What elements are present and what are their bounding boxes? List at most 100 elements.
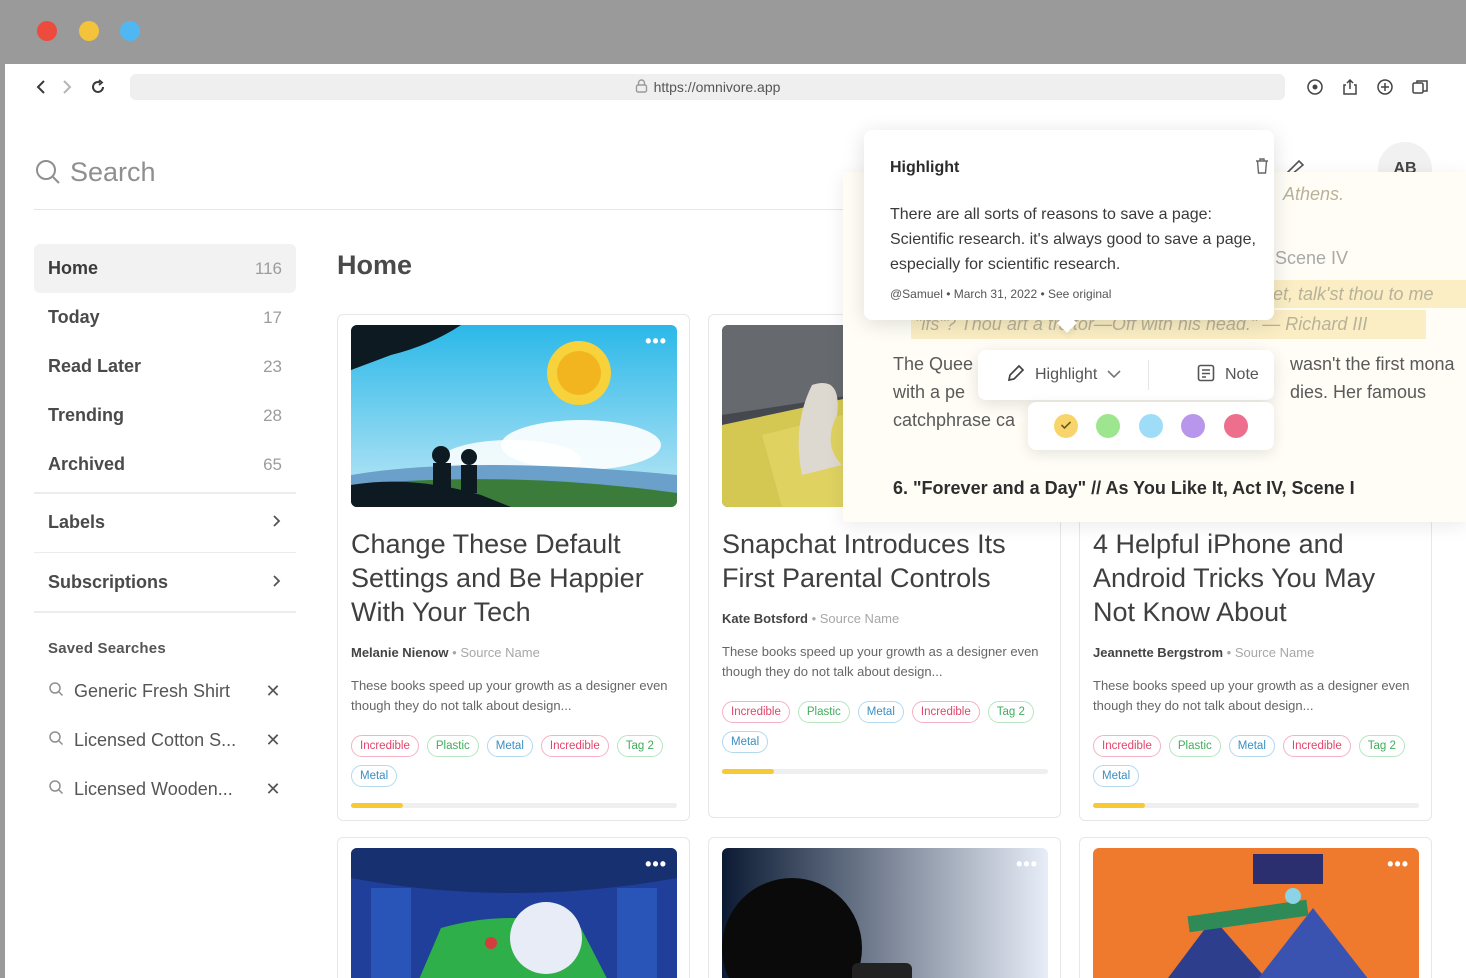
tag-list: Incredible Plastic Metal Incredible Tag …: [722, 701, 1048, 753]
sidebar-item-today[interactable]: Today 17: [34, 293, 296, 342]
tag[interactable]: Tag 2: [1358, 735, 1405, 757]
sidebar-item-label: Trending: [48, 405, 124, 425]
new-tab-icon[interactable]: [1374, 76, 1396, 98]
article-meta: Jeannette Bergstrom • Source Name: [1093, 645, 1315, 660]
tag-list: Incredible Plastic Metal Incredible Tag …: [351, 735, 677, 787]
article-source: Source Name: [1234, 645, 1315, 660]
color-swatch-purple[interactable]: [1181, 414, 1205, 438]
close-window-button[interactable]: [37, 21, 57, 41]
search-icon: [48, 779, 64, 800]
article-source: Source Name: [819, 611, 900, 626]
sidebar-item-count: 28: [263, 405, 282, 425]
tag[interactable]: Metal: [351, 765, 398, 787]
tag[interactable]: Plastic: [426, 735, 479, 757]
download-icon[interactable]: [1304, 76, 1326, 98]
address-bar[interactable]: https://omnivore.app: [130, 74, 1285, 100]
forward-icon[interactable]: [56, 76, 78, 98]
tag[interactable]: Tag 2: [987, 701, 1034, 723]
highlight-dropdown-button[interactable]: Highlight: [1006, 350, 1122, 400]
back-icon[interactable]: [30, 76, 52, 98]
article-title: Change These Default Settings and Be Hap…: [351, 529, 644, 627]
tag[interactable]: Incredible: [722, 701, 790, 723]
note-button[interactable]: Note: [1196, 350, 1259, 400]
tag[interactable]: Incredible: [911, 701, 980, 723]
saved-search-item[interactable]: Licensed Wooden... ✕: [34, 765, 296, 814]
saved-search-label: Licensed Cotton S...: [74, 729, 237, 750]
tag[interactable]: Incredible: [1282, 735, 1351, 757]
reload-icon[interactable]: [87, 76, 109, 98]
popover-meta[interactable]: @Samuel • March 31, 2022 • See original: [890, 287, 1111, 301]
share-icon[interactable]: [1339, 76, 1361, 98]
article-card[interactable]: •••: [337, 837, 690, 978]
trash-icon[interactable]: [1255, 158, 1269, 179]
reading-progress-fill: [351, 803, 404, 808]
reading-progress-bar: [722, 769, 1048, 774]
labels-label: Labels: [48, 512, 106, 532]
tag[interactable]: Metal: [1093, 765, 1140, 787]
chevron-right-icon: [272, 572, 282, 593]
window-titlebar: [0, 0, 1466, 64]
sidebar-item-count: 116: [254, 258, 282, 278]
window-edge: [0, 64, 5, 978]
saved-searches-heading: Saved Searches: [48, 639, 166, 657]
reading-progress-bar: [351, 803, 677, 808]
tag-list: Incredible Plastic Metal Incredible Tag …: [1093, 735, 1419, 787]
sidebar-subscriptions[interactable]: Subscriptions: [34, 556, 296, 608]
article-meta: Kate Botsford • Source Name: [722, 611, 900, 626]
article-card[interactable]: •••: [708, 837, 1061, 978]
tag[interactable]: Incredible: [1093, 735, 1161, 757]
article-description: These books speed up your growth as a de…: [351, 678, 668, 713]
reader-text-athens: Athens.: [1283, 184, 1345, 204]
tag[interactable]: Tag 2: [616, 735, 663, 757]
tag[interactable]: Metal: [857, 701, 904, 723]
tag[interactable]: Incredible: [351, 735, 419, 757]
article-card[interactable]: ••• Change These Default Settings and Be…: [337, 314, 690, 821]
chevron-right-icon: [272, 512, 282, 533]
maximize-window-button[interactable]: [120, 21, 140, 41]
article-author: Melanie Nienow: [351, 645, 449, 660]
reader-body-line: wasn't the first mona: [1290, 354, 1455, 374]
close-icon[interactable]: ✕: [264, 730, 282, 751]
reader-heading: 6. "Forever and a Day" // As You Like It…: [893, 478, 1355, 498]
close-icon[interactable]: ✕: [264, 779, 282, 800]
search-input[interactable]: [70, 154, 670, 190]
sidebar-item-trending[interactable]: Trending 28: [34, 391, 296, 440]
saved-search-label: Licensed Wooden...: [74, 778, 233, 799]
sidebar-item-home[interactable]: Home 116: [34, 244, 296, 293]
sidebar-labels[interactable]: Labels: [34, 497, 296, 549]
more-options-icon[interactable]: •••: [1016, 854, 1038, 875]
article-description: These books speed up your growth as a de…: [722, 644, 1039, 679]
reader-body-line: catchphrase ca: [893, 410, 1016, 430]
saved-search-item[interactable]: Licensed Cotton S... ✕: [34, 716, 296, 765]
subscriptions-label: Subscriptions: [48, 571, 169, 592]
sidebar-item-count: 65: [263, 454, 282, 474]
sidebar-item-archived[interactable]: Archived 65: [34, 440, 296, 489]
note-icon: [1196, 363, 1216, 388]
minimize-window-button[interactable]: [79, 21, 99, 41]
tag[interactable]: Incredible: [540, 735, 609, 757]
tag[interactable]: Metal: [722, 731, 769, 753]
lock-icon: [635, 78, 648, 96]
saved-search-item[interactable]: Generic Fresh Shirt ✕: [34, 667, 296, 716]
color-swatch-pink[interactable]: [1224, 414, 1248, 438]
article-thumbnail: •••: [722, 848, 1048, 978]
color-swatch-green[interactable]: [1096, 414, 1120, 438]
url-text: https://omnivore.app: [653, 79, 781, 95]
tag[interactable]: Metal: [1228, 735, 1275, 757]
more-options-icon[interactable]: •••: [1387, 854, 1409, 875]
article-title: 4 Helpful iPhone and Android Tricks You …: [1093, 529, 1376, 627]
close-icon[interactable]: ✕: [264, 681, 282, 702]
search-bar: [34, 150, 854, 210]
color-swatch-blue[interactable]: [1139, 414, 1163, 438]
sidebar-item-read-later[interactable]: Read Later 23: [34, 342, 296, 391]
more-options-icon[interactable]: •••: [645, 854, 667, 875]
reader-body-line: with a pe: [893, 382, 966, 402]
tag[interactable]: Plastic: [797, 701, 850, 723]
more-options-icon[interactable]: •••: [645, 331, 667, 352]
tag[interactable]: Metal: [486, 735, 533, 757]
tabs-overview-icon[interactable]: [1409, 76, 1431, 98]
article-card[interactable]: •••: [1079, 837, 1432, 978]
tag[interactable]: Plastic: [1168, 735, 1221, 757]
color-swatch-yellow[interactable]: [1054, 414, 1078, 438]
popover-body: There are all sorts of reasons to save a…: [890, 206, 1256, 273]
